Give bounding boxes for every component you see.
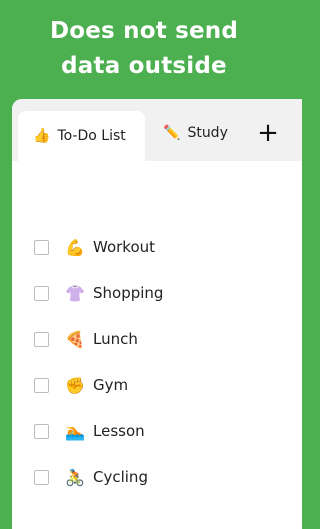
add-tab-button[interactable]: + [256, 117, 280, 149]
tab-label: To-Do List [57, 128, 126, 144]
checkbox[interactable] [34, 469, 49, 485]
list-item[interactable]: ✊ Gym [34, 371, 128, 399]
list-item[interactable]: 🏊 Lesson [34, 417, 145, 445]
list-item[interactable]: 🚴 Cycling [34, 463, 148, 491]
item-label: Lunch [93, 330, 138, 348]
list-item[interactable]: 💪 Workout [34, 233, 155, 261]
item-label: Shopping [93, 284, 164, 302]
shirt-icon: 👚 [65, 283, 85, 303]
list-item[interactable]: 🍕 Lunch [34, 325, 138, 353]
checkbox[interactable] [34, 285, 49, 301]
app-card: 👍 To-Do List ✏️ Study + 💪 Workout 👚 Shop… [12, 99, 302, 529]
item-label: Cycling [93, 468, 148, 486]
tab-bar: 👍 To-Do List ✏️ Study + [12, 99, 302, 161]
promo-headline: Does not send data outside [0, 14, 288, 84]
headline-line-2: data outside [61, 53, 227, 79]
checkbox[interactable] [34, 423, 49, 439]
list-item[interactable]: 👚 Shopping [34, 279, 163, 307]
checkbox[interactable] [34, 331, 49, 347]
cyclist-icon: 🚴 [65, 467, 85, 487]
pencil-icon: ✏️ [163, 125, 181, 141]
pizza-icon: 🍕 [65, 329, 85, 349]
raised-fist-icon: ✊ [65, 375, 85, 395]
item-label: Gym [93, 376, 129, 394]
tab-todo-list[interactable]: 👍 To-Do List [18, 111, 145, 161]
swimmer-icon: 🏊 [65, 421, 85, 441]
checkbox[interactable] [34, 377, 49, 393]
checkbox[interactable] [34, 239, 49, 255]
item-label: Workout [93, 238, 156, 256]
item-label: Lesson [93, 422, 145, 440]
tab-label: Study [187, 125, 228, 141]
flexed-biceps-icon: 💪 [65, 237, 85, 257]
headline-line-1: Does not send [49, 18, 239, 44]
tab-study[interactable]: ✏️ Study [161, 111, 228, 155]
thumbs-up-icon: 👍 [33, 128, 51, 144]
